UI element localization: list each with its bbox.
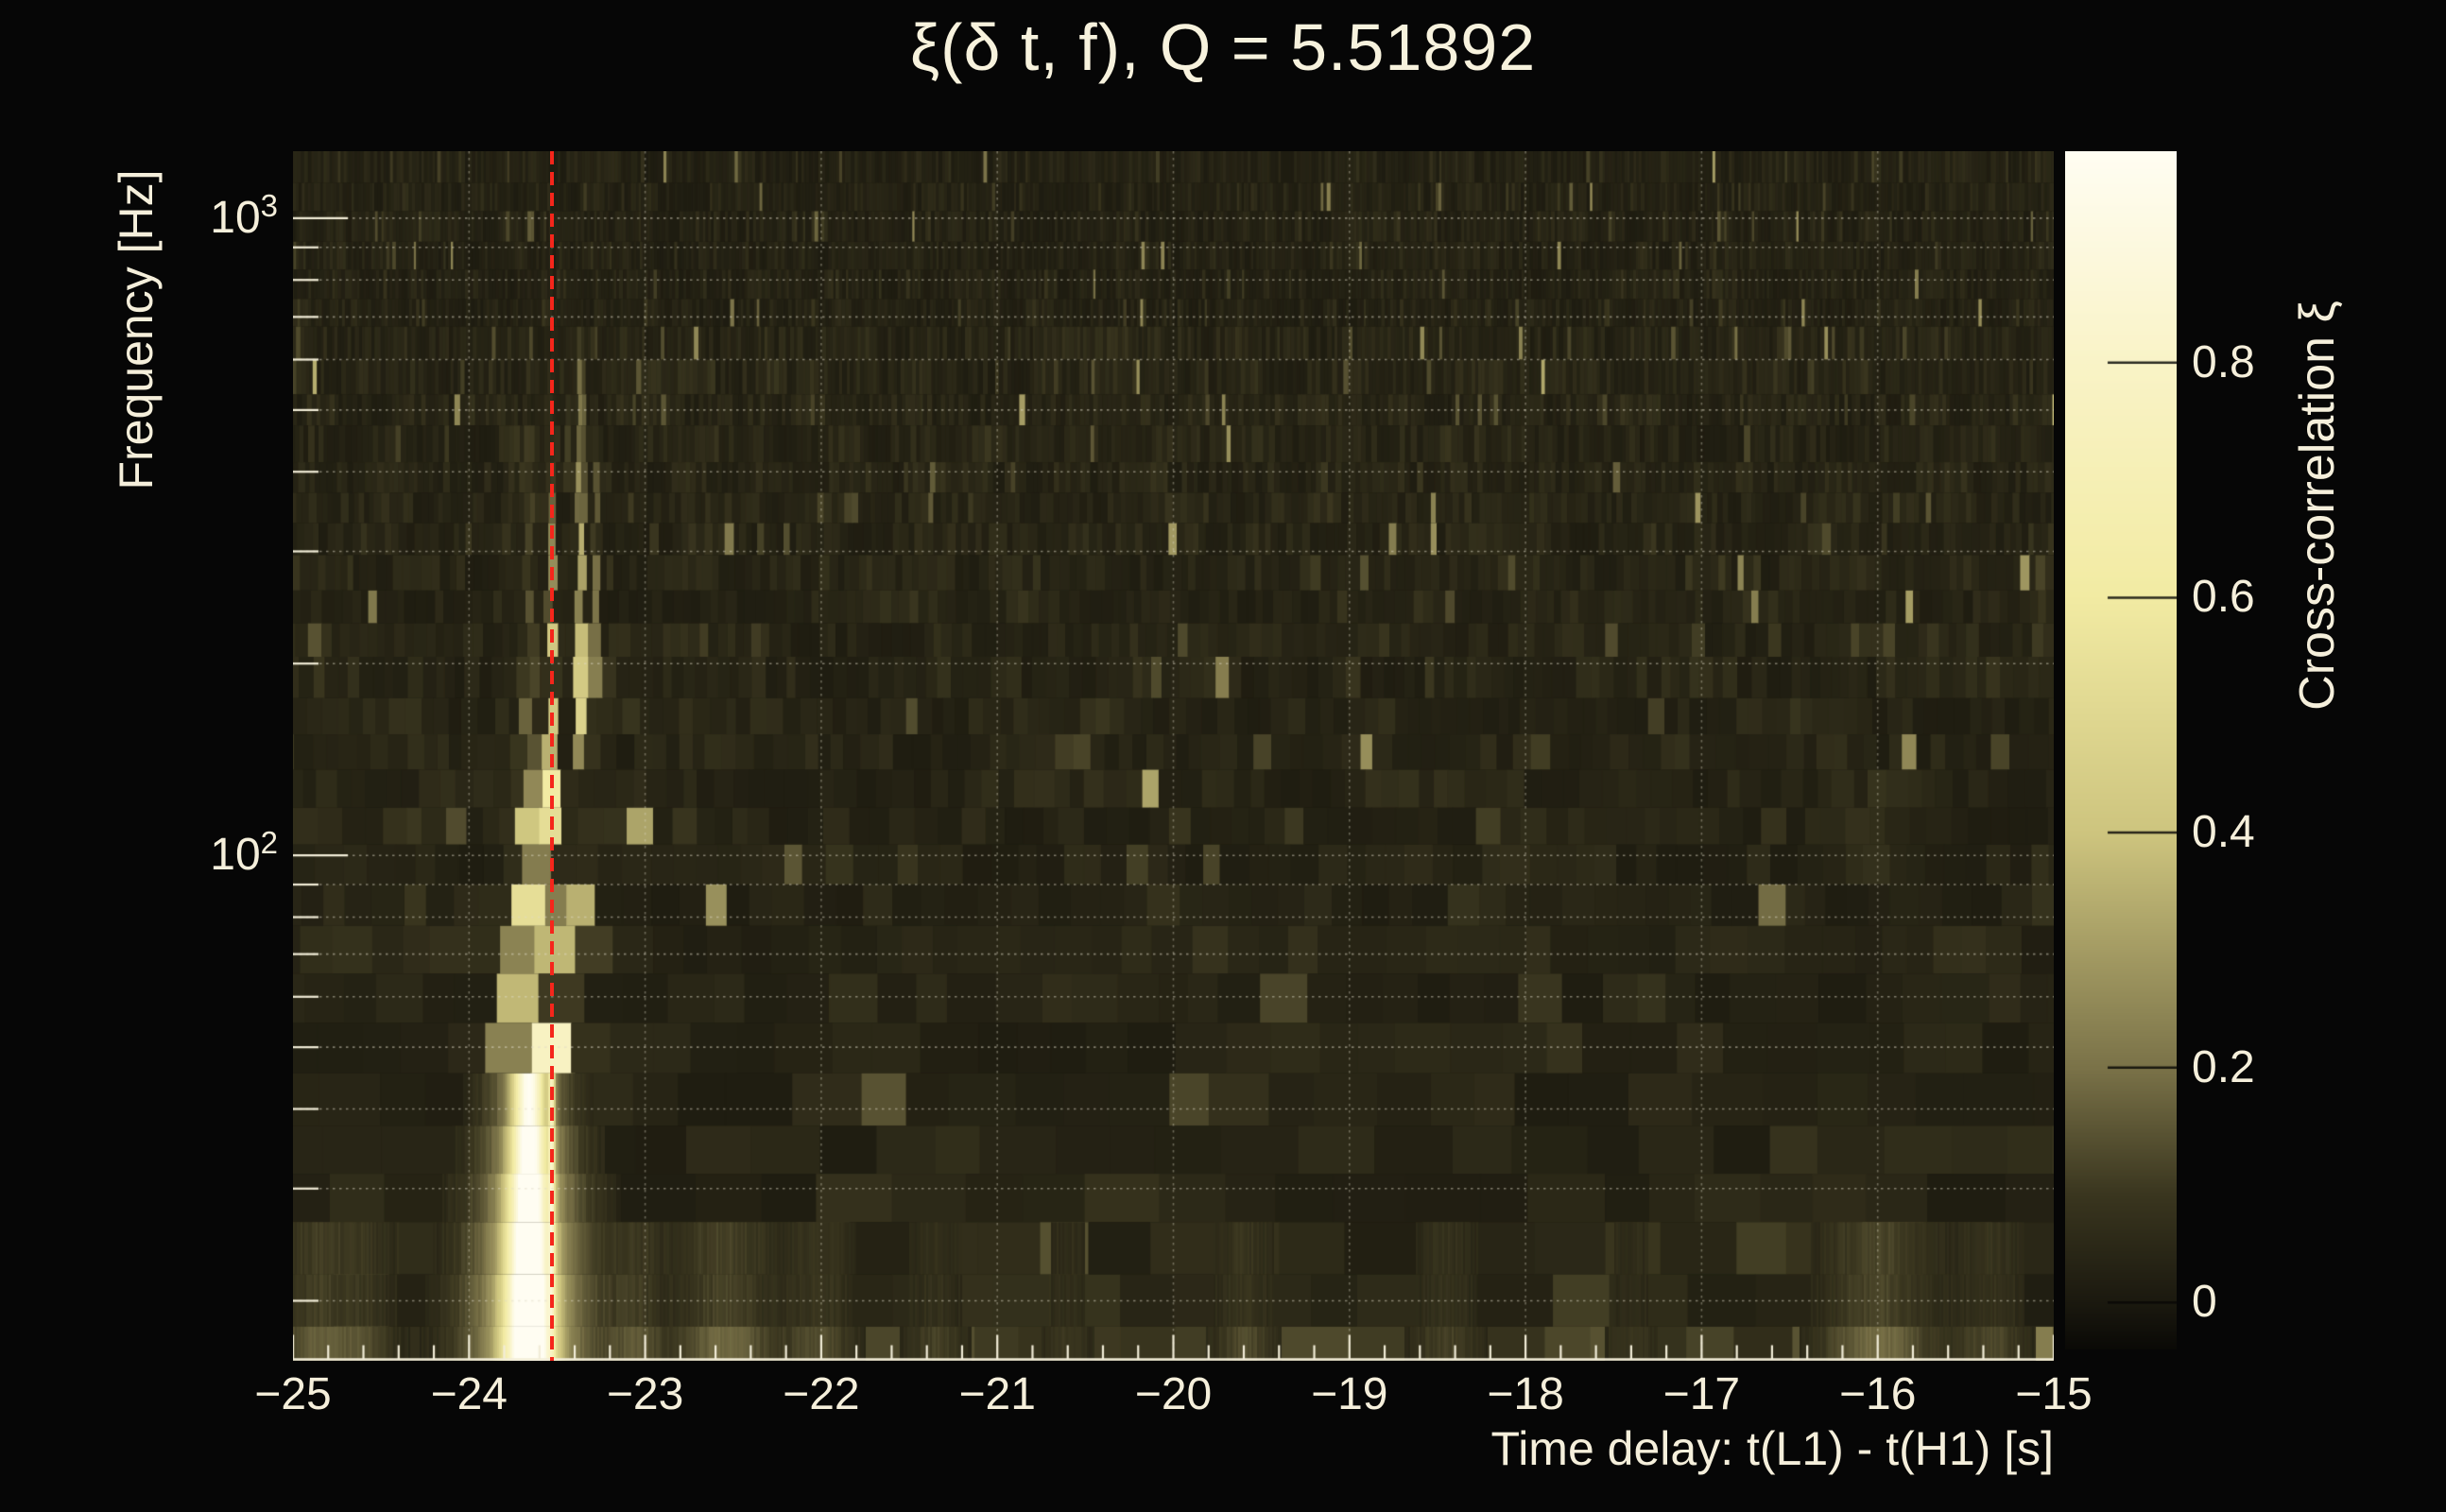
time-delay-marker-line — [550, 151, 554, 1361]
x-tick-label: −24 — [403, 1368, 535, 1420]
x-tick-label: −23 — [579, 1368, 712, 1420]
colorbar-tick-label: 0.8 — [2192, 336, 2255, 388]
x-tick-label: −21 — [931, 1368, 1063, 1420]
x-tick-label: −20 — [1108, 1368, 1240, 1420]
x-axis-title: Time delay: t(L1) - t(H1) [s] — [1491, 1421, 2054, 1476]
heatmap-canvas — [293, 151, 2054, 1361]
colorbar-canvas — [2065, 151, 2177, 1349]
plot-title: ξ(δ t, f), Q = 5.51892 — [0, 9, 2446, 85]
colorbar-title: Cross-correlation ξ — [2289, 128, 2346, 884]
y-tick-label: 102 — [210, 825, 278, 881]
colorbar-tick-label: 0.6 — [2192, 571, 2255, 623]
colorbar-tick-label: 0.4 — [2192, 806, 2255, 858]
x-tick-label: −25 — [227, 1368, 359, 1420]
y-axis-title: Frequency [Hz] — [109, 46, 164, 613]
x-tick-label: −22 — [755, 1368, 887, 1420]
colorbar-tick-label: 0 — [2192, 1276, 2217, 1328]
x-tick-label: −19 — [1283, 1368, 1416, 1420]
cross-correlation-plot: ξ(δ t, f), Q = 5.51892 Frequency [Hz] Ti… — [0, 0, 2446, 1512]
x-tick-label: −18 — [1459, 1368, 1592, 1420]
x-tick-label: −15 — [1988, 1368, 2120, 1420]
x-tick-label: −16 — [1812, 1368, 1944, 1420]
y-tick-label: 103 — [210, 188, 278, 244]
colorbar-tick-label: 0.2 — [2192, 1041, 2255, 1093]
x-tick-label: −17 — [1635, 1368, 1767, 1420]
